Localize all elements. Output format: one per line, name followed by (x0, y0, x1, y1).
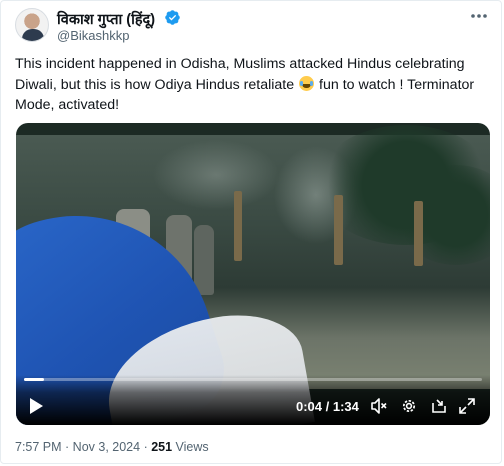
video-frame (16, 125, 490, 425)
play-icon[interactable] (28, 397, 44, 415)
verified-badge-icon (165, 10, 180, 25)
more-options-icon[interactable] (467, 7, 491, 25)
video-player[interactable]: 0:04 / 1:34 (16, 123, 490, 425)
user-handle[interactable]: @Bikashkkp (57, 28, 129, 43)
video-controls (16, 375, 490, 425)
fullscreen-icon[interactable] (458, 397, 476, 415)
views-count: 251 (151, 440, 173, 454)
meta-dot-2: · (140, 440, 152, 454)
tweet-text: This incident happened in Odisha, Muslim… (15, 54, 491, 116)
meta-dot: · (61, 440, 73, 454)
display-name[interactable]: विकाश गुप्ता (हिंदू) (57, 9, 155, 29)
progress-fill (24, 378, 44, 381)
progress-bar[interactable] (24, 378, 482, 381)
tweet-date[interactable]: Nov 3, 2024 (73, 440, 140, 454)
tweet-time[interactable]: 7:57 PM (15, 440, 62, 454)
face-with-tears-of-joy-icon (299, 75, 315, 91)
popout-icon[interactable] (430, 397, 448, 415)
settings-icon[interactable] (400, 397, 418, 415)
tweet-card: विकाश गुप्ता (हिंदू) @Bikashkkp This inc… (0, 0, 502, 464)
duration: 1:34 (332, 399, 359, 414)
current-time: 0:04 (296, 399, 323, 414)
tweet-meta: 7:57 PM · Nov 3, 2024 · 251 Views (15, 440, 209, 454)
views-label: Views (172, 440, 209, 454)
time-separator: / (322, 399, 333, 414)
avatar-figure (22, 29, 44, 41)
avatar[interactable] (15, 8, 49, 42)
volume-muted-icon[interactable] (370, 397, 388, 415)
video-time: 0:04 / 1:34 (296, 399, 359, 414)
